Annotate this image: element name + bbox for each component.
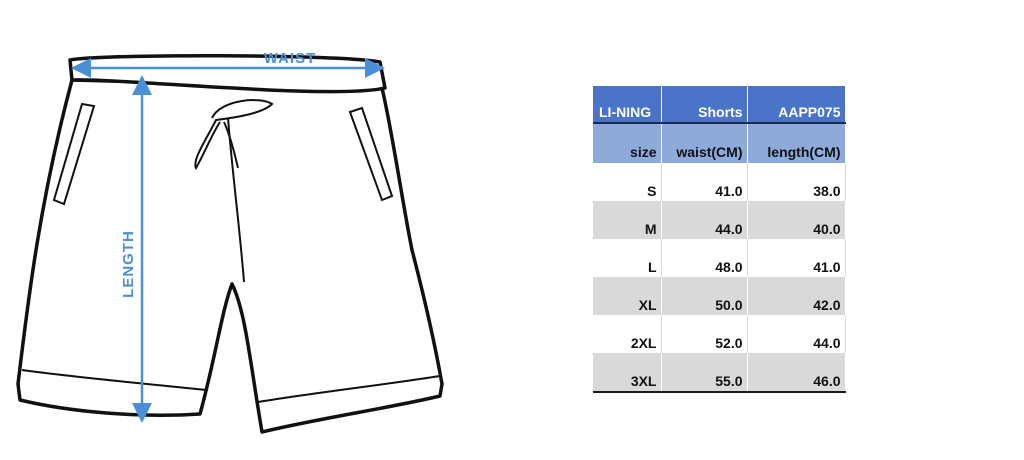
waist-cell: 41.0 — [661, 163, 748, 201]
header-row: size waist(CM) length(CM) — [593, 123, 846, 163]
size-cell: S — [593, 163, 662, 201]
table-row: L 48.0 41.0 — [593, 239, 846, 277]
product-code: AAPP075 — [747, 86, 846, 124]
length-cell: 40.0 — [747, 201, 846, 239]
header-waist: waist(CM) — [661, 123, 748, 163]
size-cell: L — [593, 239, 662, 277]
header-length: length(CM) — [747, 123, 846, 163]
size-cell: 2XL — [593, 315, 662, 353]
size-cell: M — [593, 201, 662, 239]
waist-cell: 52.0 — [661, 315, 748, 353]
table-row: 3XL 55.0 46.0 — [593, 353, 846, 393]
waist-cell: 48.0 — [661, 239, 748, 277]
brand-name: LI-NING — [593, 86, 662, 124]
length-cell: 46.0 — [747, 353, 846, 393]
table-row: S 41.0 38.0 — [593, 163, 846, 201]
shorts-illustration: WAIST LENGTH — [16, 50, 444, 434]
size-cell: 3XL — [593, 353, 662, 393]
table-row: XL 50.0 42.0 — [593, 277, 846, 315]
length-cell: 44.0 — [747, 315, 846, 353]
size-chart-table: LI-NING Shorts AAPP075 size waist(CM) le… — [593, 86, 846, 393]
waist-label: WAIST — [264, 50, 317, 67]
length-cell: 41.0 — [747, 239, 846, 277]
length-cell: 38.0 — [747, 163, 846, 201]
product-type: Shorts — [661, 86, 748, 124]
size-cell: XL — [593, 277, 662, 315]
waist-cell: 44.0 — [661, 201, 748, 239]
brand-row: LI-NING Shorts AAPP075 — [593, 86, 846, 124]
waist-cell: 50.0 — [661, 277, 748, 315]
length-label: LENGTH — [120, 230, 137, 298]
length-cell: 42.0 — [747, 277, 846, 315]
waist-cell: 55.0 — [661, 353, 748, 393]
header-size: size — [593, 123, 662, 163]
table-row: M 44.0 40.0 — [593, 201, 846, 239]
table-row: 2XL 52.0 44.0 — [593, 315, 846, 353]
